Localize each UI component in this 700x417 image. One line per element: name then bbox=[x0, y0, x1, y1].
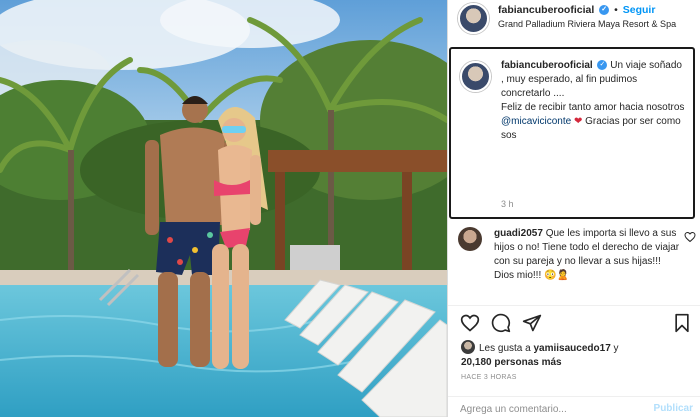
comment-like-heart-icon[interactable] bbox=[684, 231, 696, 243]
follow-button[interactable]: Seguir bbox=[623, 4, 656, 16]
save-bookmark-icon[interactable] bbox=[672, 313, 692, 333]
caption-username[interactable]: fabiancuberooficial bbox=[501, 60, 593, 71]
publish-button[interactable]: Publicar bbox=[654, 403, 693, 414]
location-link[interactable]: Grand Palladium Riviera Maya Resort & Sp… bbox=[498, 19, 676, 29]
caption-author-avatar[interactable] bbox=[460, 61, 491, 92]
likes-prefix: Les gusta a bbox=[479, 343, 534, 354]
likes-connector: y bbox=[610, 343, 619, 354]
post-side-panel: fabiancuberooficial ✓ • Seguir Grand Pal… bbox=[447, 0, 700, 417]
comment-bubble-icon[interactable] bbox=[491, 313, 511, 333]
post-header: fabiancuberooficial ✓ • Seguir Grand Pal… bbox=[448, 0, 700, 42]
caption-verified-badge-icon: ✓ bbox=[597, 60, 608, 71]
add-comment-bar: Publicar bbox=[448, 396, 700, 417]
header-separator: • bbox=[614, 4, 618, 16]
post-time-ago[interactable]: HACE 3 HORAS bbox=[461, 374, 517, 381]
caption-mention-link[interactable]: @micaviciconte bbox=[501, 116, 571, 127]
share-paper-plane-icon[interactable] bbox=[522, 313, 542, 333]
author-avatar[interactable] bbox=[458, 3, 489, 34]
verified-badge-icon: ✓ bbox=[599, 5, 610, 16]
commenter-username[interactable]: guadi2057 bbox=[494, 228, 543, 239]
caption-timestamp[interactable]: 3 h bbox=[501, 199, 514, 209]
likes-summary: Les gusta a yamiisaucedo17 y 20,180 pers… bbox=[461, 340, 693, 370]
liker-username[interactable]: yamiisaucedo17 bbox=[533, 343, 610, 354]
like-heart-icon[interactable] bbox=[460, 313, 480, 333]
comment-item: guadi2057 Que les importa si llevo a sus… bbox=[458, 227, 696, 283]
caption-text: fabiancuberooficial ✓ Un viaje soñado , … bbox=[501, 59, 685, 143]
comment-text: guadi2057 Que les importa si llevo a sus… bbox=[494, 227, 680, 283]
actions-divider bbox=[448, 305, 700, 306]
header-user-line: fabiancuberooficial ✓ • Seguir bbox=[498, 4, 655, 16]
author-username[interactable]: fabiancuberooficial bbox=[498, 4, 594, 16]
commenter-avatar[interactable] bbox=[458, 227, 482, 251]
post-photo-illustration bbox=[0, 0, 447, 417]
likes-count-link[interactable]: 20,180 personas más bbox=[461, 357, 562, 368]
caption-block: fabiancuberooficial ✓ Un viaje soñado , … bbox=[449, 47, 695, 219]
post-photo[interactable] bbox=[0, 0, 447, 417]
action-bar bbox=[460, 313, 692, 335]
liker-avatar[interactable] bbox=[461, 340, 475, 354]
comment-input[interactable] bbox=[460, 401, 640, 417]
